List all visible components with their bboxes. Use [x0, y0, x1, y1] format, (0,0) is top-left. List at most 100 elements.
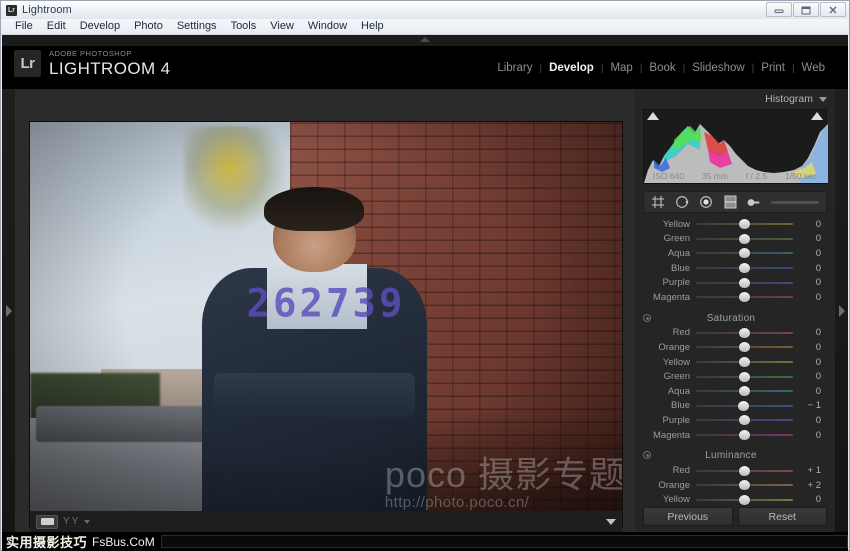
slider-knob[interactable]: [739, 248, 750, 258]
slider-track[interactable]: [696, 480, 793, 490]
target-adjust-icon[interactable]: [643, 451, 651, 459]
slider-knob[interactable]: [739, 386, 750, 396]
slider-value[interactable]: 0: [797, 386, 827, 397]
hsl-slider-row[interactable]: Blue− 1: [635, 399, 827, 414]
photo-frame[interactable]: 262739 poco 摄影专题 http://photo.poco.cn/: [30, 122, 622, 527]
minimize-button[interactable]: [766, 2, 792, 17]
hsl-slider-row[interactable]: Yellow0: [635, 355, 827, 370]
slider-value[interactable]: 0: [797, 263, 827, 274]
histogram-graph[interactable]: ISO 640 35 mm f / 2.5 1/50 sec: [643, 109, 827, 184]
slider-track[interactable]: [696, 430, 793, 440]
menu-settings[interactable]: Settings: [170, 19, 224, 34]
image-canvas[interactable]: 262739 poco 摄影专题 http://photo.poco.cn/ Y…: [15, 89, 635, 532]
slider-knob[interactable]: [738, 401, 749, 411]
previous-button[interactable]: Previous: [643, 507, 733, 526]
slider-knob[interactable]: [739, 372, 750, 382]
hsl-slider-row[interactable]: Green0: [635, 232, 827, 247]
slider-track[interactable]: [696, 292, 793, 302]
slider-track[interactable]: [696, 342, 793, 352]
slider-track[interactable]: [696, 357, 793, 367]
module-library[interactable]: Library: [490, 62, 539, 74]
slider-knob[interactable]: [739, 219, 750, 229]
slider-value[interactable]: 0: [797, 327, 827, 338]
slider-track[interactable]: [696, 415, 793, 425]
module-book[interactable]: Book: [642, 62, 682, 74]
histogram-header[interactable]: Histogram: [635, 89, 835, 109]
hsl-slider-row[interactable]: Magenta0: [635, 428, 827, 443]
module-print[interactable]: Print: [754, 62, 792, 74]
hsl-slider-row[interactable]: Red0: [635, 326, 827, 341]
hsl-slider-row[interactable]: Purple0: [635, 413, 827, 428]
chevron-down-icon[interactable]: [819, 97, 827, 102]
top-panel-collapse-bar[interactable]: [2, 35, 848, 46]
slider-knob[interactable]: [739, 415, 750, 425]
hsl-slider-row[interactable]: Orange0: [635, 340, 827, 355]
module-slideshow[interactable]: Slideshow: [685, 62, 751, 74]
slider-track[interactable]: [696, 466, 793, 476]
slider-value[interactable]: 0: [797, 415, 827, 426]
slider-value[interactable]: 0: [797, 342, 827, 353]
hsl-slider-row[interactable]: Blue0: [635, 261, 827, 276]
shadow-clipping-icon[interactable]: [647, 112, 659, 120]
hsl-slider-row[interactable]: Red+ 1: [635, 463, 827, 478]
slider-track[interactable]: [696, 372, 793, 382]
brush-size-slider[interactable]: [771, 201, 819, 204]
slider-value[interactable]: 0: [797, 277, 827, 288]
slider-value[interactable]: 0: [797, 357, 827, 368]
slider-track[interactable]: [696, 328, 793, 338]
left-panel-toggle[interactable]: [2, 89, 15, 532]
compare-yy-label[interactable]: YY: [63, 516, 80, 527]
slider-track[interactable]: [696, 386, 793, 396]
slider-track[interactable]: [696, 263, 793, 273]
hsl-slider-row[interactable]: Magenta0: [635, 290, 827, 305]
close-button[interactable]: [820, 2, 846, 17]
reset-button[interactable]: Reset: [738, 507, 828, 526]
slider-knob[interactable]: [739, 480, 750, 490]
chevron-right-icon[interactable]: [839, 305, 845, 317]
slider-track[interactable]: [696, 248, 793, 258]
slider-track[interactable]: [696, 401, 793, 411]
menu-develop[interactable]: Develop: [73, 19, 127, 34]
slider-knob[interactable]: [739, 234, 750, 244]
slider-value[interactable]: 0: [797, 233, 827, 244]
right-panel-toggle[interactable]: [835, 89, 848, 532]
slider-value[interactable]: + 2: [797, 480, 827, 491]
slider-knob[interactable]: [739, 342, 750, 352]
chevron-right-icon[interactable]: [6, 305, 12, 317]
menu-edit[interactable]: Edit: [40, 19, 73, 34]
menu-view[interactable]: View: [263, 19, 301, 34]
slider-knob[interactable]: [739, 466, 750, 476]
slider-value[interactable]: 0: [797, 292, 827, 303]
slider-track[interactable]: [696, 234, 793, 244]
slider-track[interactable]: [696, 219, 793, 229]
slider-value[interactable]: − 1: [797, 400, 827, 411]
loupe-view-icon[interactable]: [36, 515, 58, 529]
hsl-slider-row[interactable]: Green0: [635, 369, 827, 384]
hsl-slider-row[interactable]: Yellow0: [635, 493, 827, 508]
menu-file[interactable]: File: [8, 19, 40, 34]
hsl-slider-row[interactable]: Purple0: [635, 275, 827, 290]
hsl-slider-row[interactable]: Yellow0: [635, 217, 827, 232]
slider-track[interactable]: [696, 495, 793, 505]
slider-value[interactable]: 0: [797, 371, 827, 382]
hsl-slider-row[interactable]: Aqua0: [635, 246, 827, 261]
slider-value[interactable]: 0: [797, 494, 827, 505]
slider-value[interactable]: + 1: [797, 465, 827, 476]
slider-knob[interactable]: [739, 328, 750, 338]
module-web[interactable]: Web: [795, 62, 832, 74]
identity-plate[interactable]: Lr ADOBE PHOTOSHOP LIGHTROOM 4: [14, 50, 171, 77]
slider-knob[interactable]: [739, 292, 750, 302]
chevron-up-icon[interactable]: [420, 37, 430, 42]
target-adjust-icon[interactable]: [643, 314, 651, 322]
hsl-slider-row[interactable]: Orange+ 2: [635, 478, 827, 493]
toolbar-toggle-chevron-down-icon[interactable]: [606, 519, 616, 525]
slider-value[interactable]: 0: [797, 430, 827, 441]
chevron-down-icon[interactable]: [84, 520, 90, 524]
menu-window[interactable]: Window: [301, 19, 354, 34]
slider-value[interactable]: 0: [797, 219, 827, 230]
slider-value[interactable]: 0: [797, 248, 827, 259]
slider-knob[interactable]: [739, 278, 750, 288]
menu-tools[interactable]: Tools: [224, 19, 264, 34]
highlight-clipping-icon[interactable]: [811, 112, 823, 120]
module-map[interactable]: Map: [603, 62, 639, 74]
